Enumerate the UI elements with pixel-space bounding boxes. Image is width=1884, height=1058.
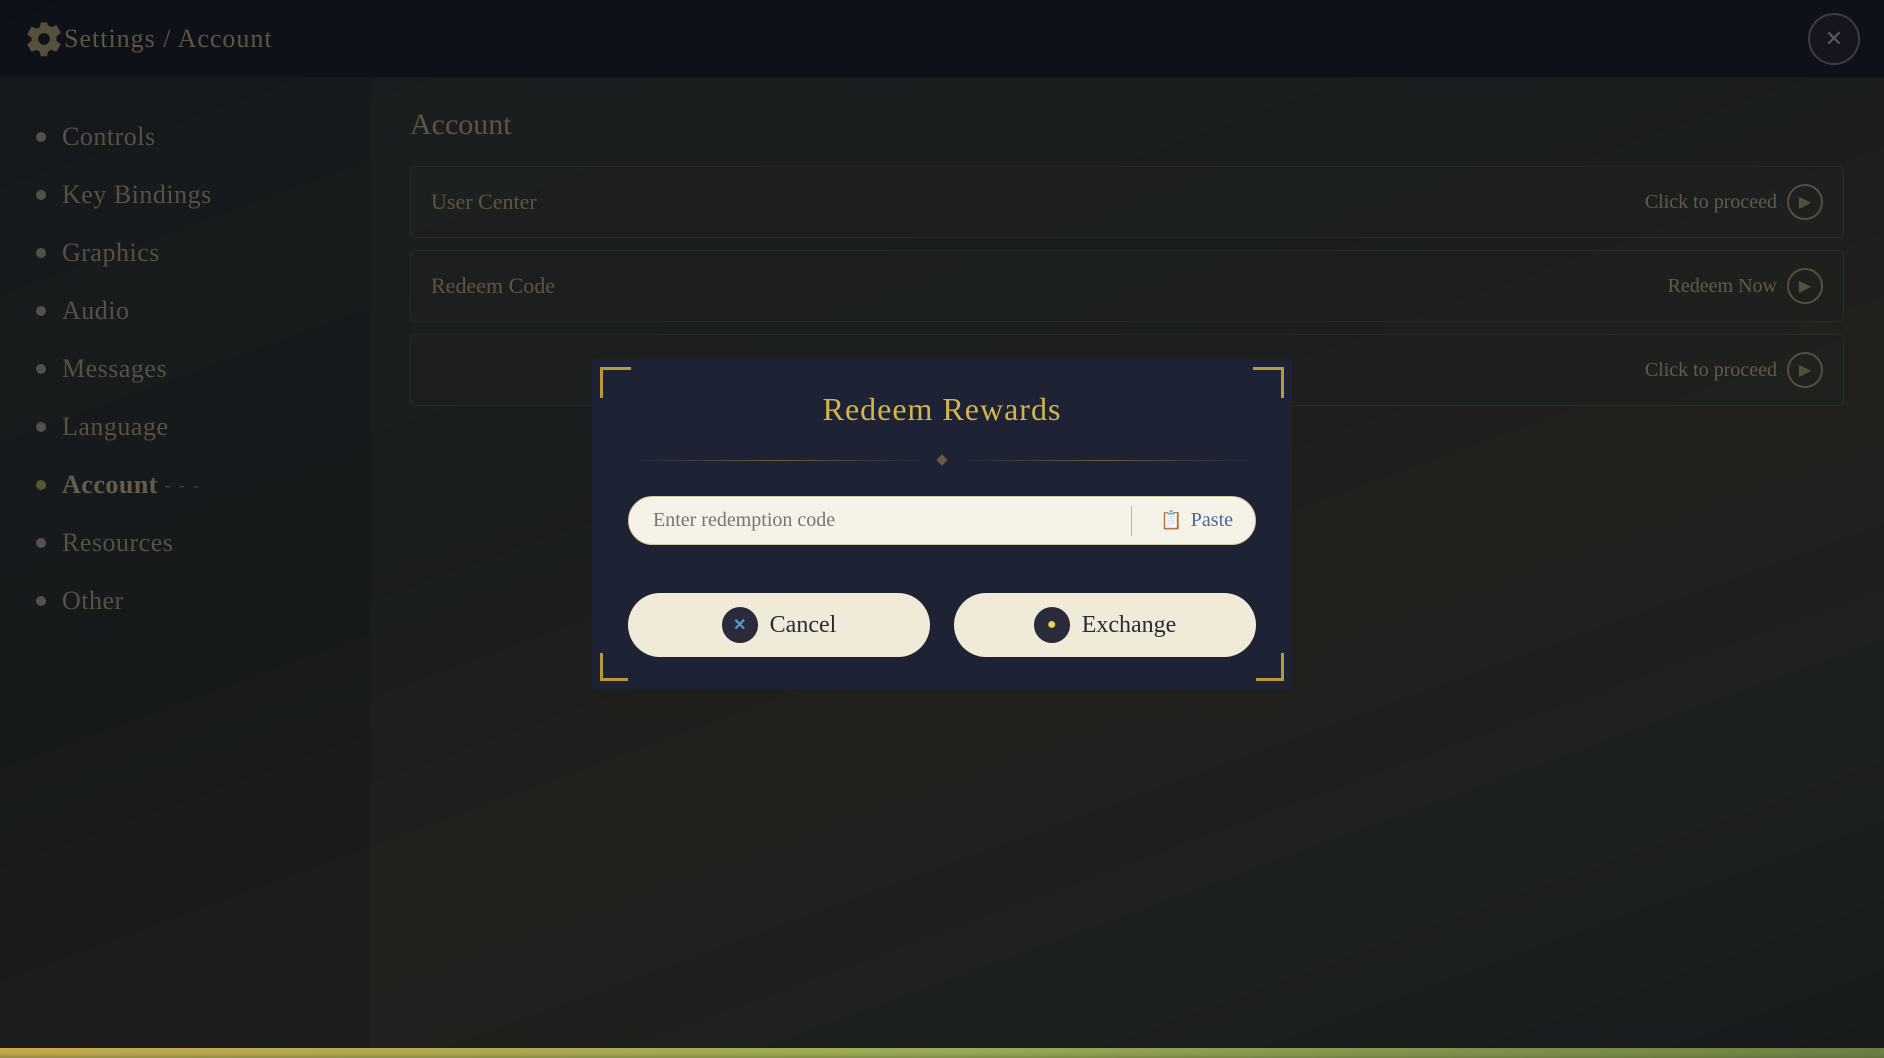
paste-button[interactable]: 📋 Paste bbox=[1144, 503, 1249, 538]
modal-overlay: Redeem Rewards 📋 Paste ✕ Cancel ● Exch bbox=[0, 0, 1884, 1048]
cancel-label: Cancel bbox=[770, 612, 837, 639]
exchange-button[interactable]: ● Exchange bbox=[954, 593, 1256, 657]
redemption-code-input[interactable] bbox=[653, 509, 1119, 532]
modal-title: Redeem Rewards bbox=[628, 391, 1256, 428]
divider-line-left bbox=[628, 460, 930, 461]
corner-br bbox=[1256, 653, 1284, 681]
paste-icon: 📋 bbox=[1160, 510, 1182, 531]
cancel-icon: ✕ bbox=[722, 607, 758, 643]
divider-line-right bbox=[954, 460, 1256, 461]
paste-label: Paste bbox=[1191, 509, 1233, 532]
modal-divider bbox=[628, 456, 1256, 464]
corner-bl bbox=[600, 653, 628, 681]
cancel-button[interactable]: ✕ Cancel bbox=[628, 593, 930, 657]
divider-diamond bbox=[936, 454, 947, 465]
modal-buttons: ✕ Cancel ● Exchange bbox=[628, 593, 1256, 657]
redeem-modal: Redeem Rewards 📋 Paste ✕ Cancel ● Exch bbox=[592, 359, 1292, 689]
exchange-label: Exchange bbox=[1082, 612, 1177, 639]
input-divider bbox=[1131, 506, 1132, 536]
input-area[interactable]: 📋 Paste bbox=[628, 496, 1256, 545]
exchange-icon: ● bbox=[1034, 607, 1070, 643]
